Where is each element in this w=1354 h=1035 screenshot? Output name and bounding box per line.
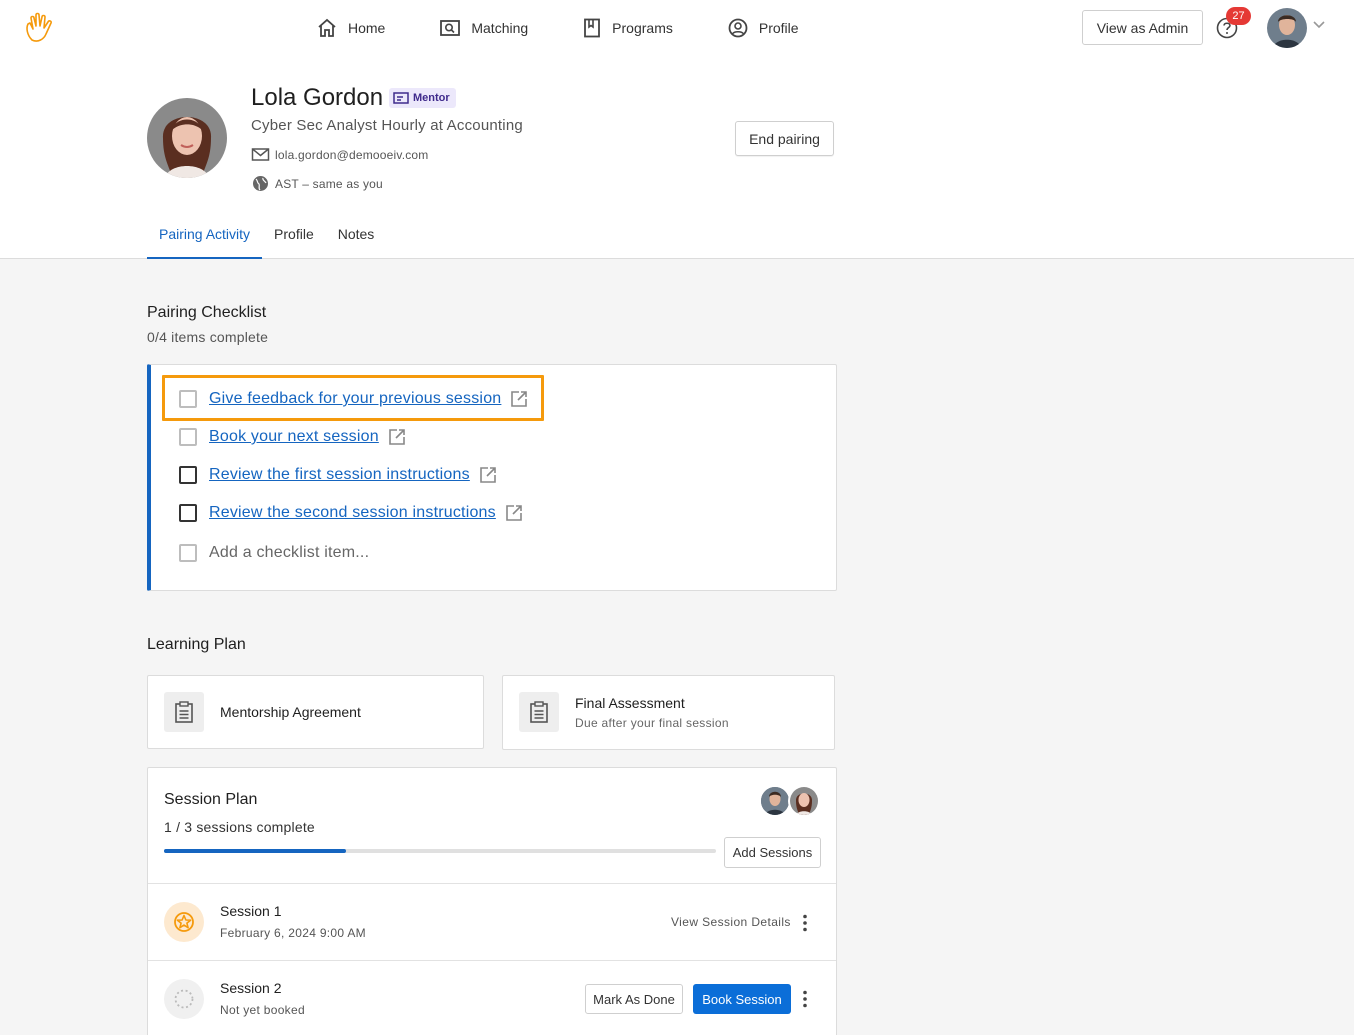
checklist-link[interactable]: Book your next session	[209, 428, 379, 446]
mentor-timezone-row: AST – same as you	[251, 175, 383, 192]
tab-profile[interactable]: Profile	[262, 220, 326, 259]
mentor-name: Lola Gordon	[251, 84, 384, 111]
session-plan-progress-text: 1 / 3 sessions complete	[164, 819, 315, 835]
view-session-details-link[interactable]: View Session Details	[671, 915, 791, 929]
mentor-avatar	[147, 98, 227, 178]
learning-plan-title: Learning Plan	[147, 636, 246, 653]
checklist-checkbox[interactable]	[179, 466, 197, 484]
nav-matching[interactable]: Matching	[439, 14, 528, 42]
mark-as-done-button[interactable]: Mark As Done	[585, 984, 683, 1014]
checklist-checkbox[interactable]	[179, 428, 197, 446]
nav-programs-label: Programs	[612, 20, 673, 36]
logo-hand-icon[interactable]	[24, 12, 54, 44]
mentor-email-row: lola.gordon@demooeiv.com	[251, 147, 429, 162]
external-link-icon[interactable]	[388, 428, 406, 446]
mentor-job-title: Cyber Sec Analyst Hourly at Accounting	[251, 117, 523, 134]
external-link-icon[interactable]	[505, 504, 523, 522]
add-checklist-item-input[interactable]: Add a checklist item...	[209, 544, 369, 562]
mail-icon	[251, 148, 270, 161]
add-item-checkbox	[179, 544, 197, 562]
checklist-title: Pairing Checklist	[147, 304, 267, 321]
session-progress-bar	[164, 849, 716, 853]
session-pending-icon	[164, 979, 204, 1019]
checklist-item: Review the second session instructions	[179, 501, 523, 525]
nav-matching-label: Matching	[471, 20, 529, 36]
nav-profile-label: Profile	[758, 20, 799, 36]
globe-icon	[253, 176, 268, 191]
learning-plan-card-subtitle: Due after your final session	[575, 716, 729, 730]
matching-icon	[440, 20, 461, 36]
clipboard-icon	[519, 692, 559, 732]
mentor-email[interactable]: lola.gordon@demooeiv.com	[275, 148, 429, 162]
nav-home-label: Home	[348, 20, 386, 36]
mentor-timezone: AST – same as you	[275, 176, 383, 191]
mentee-avatar	[759, 785, 791, 817]
session-name: Session 2	[220, 980, 282, 996]
checklist-item: Review the first session instructions	[179, 463, 497, 487]
external-link-icon[interactable]	[479, 466, 497, 484]
user-avatar[interactable]	[1267, 8, 1307, 48]
home-icon	[318, 18, 336, 37]
checklist-item: Book your next session	[179, 425, 406, 449]
user-circle-icon	[728, 18, 748, 38]
main-nav: Home Matching Programs Profile	[316, 14, 853, 42]
checklist-checkbox[interactable]	[179, 504, 197, 522]
session-name: Session 1	[220, 903, 282, 919]
session-complete-icon	[164, 902, 204, 942]
add-checklist-item-row: Add a checklist item...	[179, 541, 369, 565]
checklist-link[interactable]: Review the first session instructions	[209, 466, 470, 484]
session-date: Not yet booked	[220, 1003, 305, 1017]
learning-plan-card-title: Final Assessment	[575, 695, 685, 711]
book-session-button[interactable]: Book Session	[693, 984, 791, 1014]
nav-programs[interactable]: Programs	[582, 14, 673, 42]
role-badge-label: Mentor	[413, 92, 450, 104]
mentorship-agreement-card[interactable]: Mentorship Agreement	[147, 675, 484, 749]
tab-pairing-activity[interactable]: Pairing Activity	[147, 220, 263, 259]
bookmark-icon	[584, 18, 601, 38]
tab-notes[interactable]: Notes	[326, 220, 387, 259]
session-date: February 6, 2024 9:00 AM	[220, 926, 366, 940]
final-assessment-card[interactable]: Final Assessment Due after your final se…	[502, 675, 835, 750]
session-row: Session 1 February 6, 2024 9:00 AM View …	[148, 883, 836, 960]
clipboard-icon	[164, 692, 204, 732]
nav-profile[interactable]: Profile	[727, 14, 799, 42]
checklist-link[interactable]: Review the second session instructions	[209, 504, 496, 522]
mentor-mini-avatar	[788, 785, 820, 817]
mentor-role-icon	[393, 91, 409, 104]
learning-plan-card-title: Mentorship Agreement	[220, 704, 361, 720]
end-pairing-button[interactable]: End pairing	[735, 121, 834, 156]
more-options-icon[interactable]	[802, 990, 808, 1008]
profile-tabs: Pairing Activity Profile Notes	[147, 220, 386, 259]
role-badge: Mentor	[389, 88, 456, 108]
view-as-admin-button[interactable]: View as Admin	[1082, 10, 1203, 45]
add-sessions-button[interactable]: Add Sessions	[724, 837, 821, 868]
chevron-down-icon[interactable]	[1312, 20, 1326, 30]
checklist-progress: 0/4 items complete	[147, 329, 269, 345]
highlight-box	[162, 375, 544, 421]
nav-home[interactable]: Home	[316, 14, 385, 42]
notification-badge[interactable]: 27	[1226, 7, 1251, 25]
more-options-icon[interactable]	[802, 914, 808, 932]
session-plan-card: Session Plan 1 / 3 sessions complete Add…	[147, 767, 837, 1035]
session-row: Session 2 Not yet booked Mark As Done Bo…	[148, 960, 836, 1035]
session-plan-title: Session Plan	[164, 791, 258, 808]
session-progress-fill	[164, 849, 347, 853]
